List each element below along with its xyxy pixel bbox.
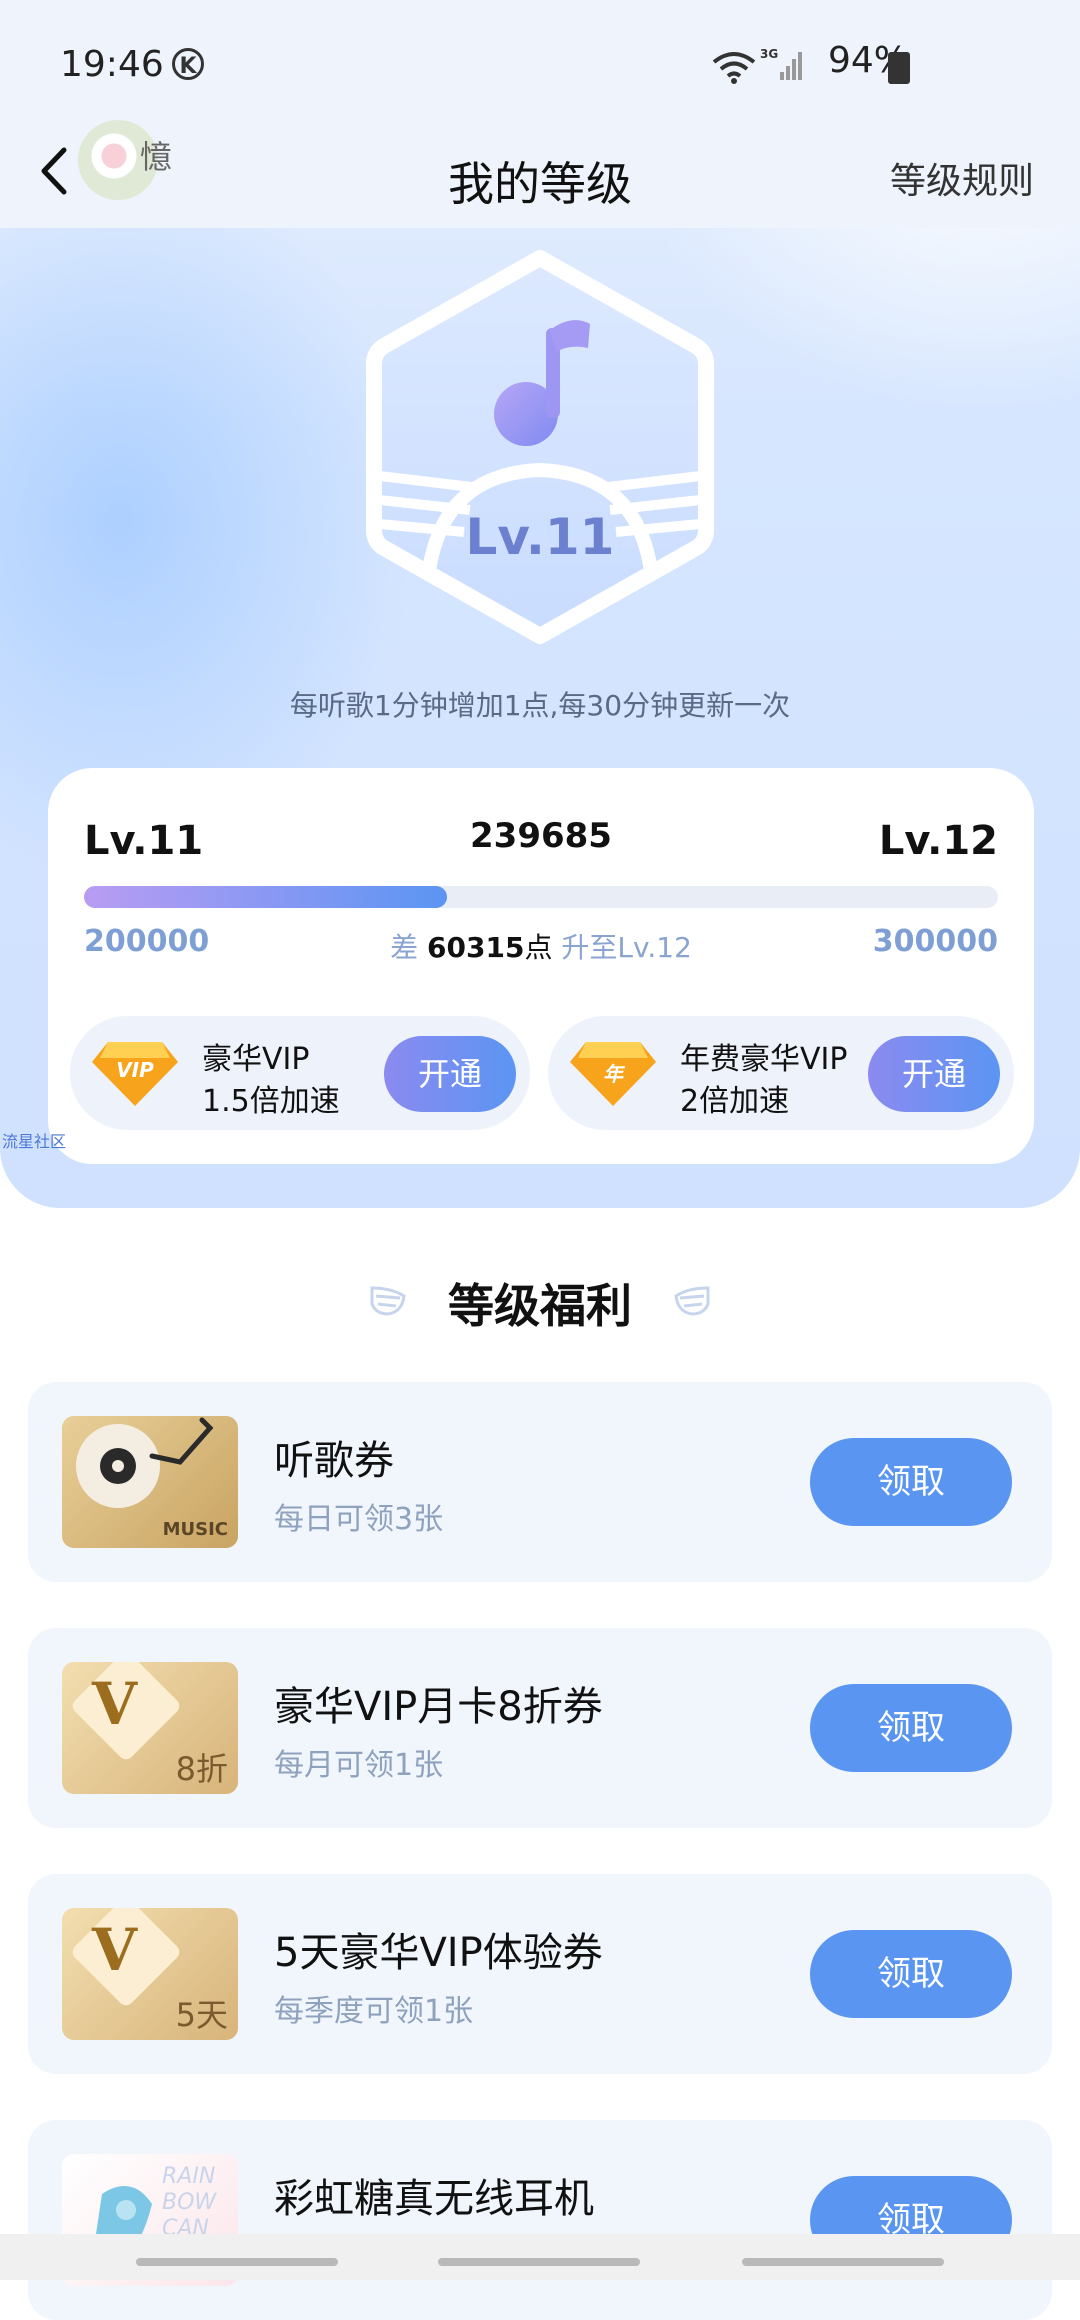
level-progress-card: Lv.11 239685 Lv.12 200000 差 60315点 升至Lv.… bbox=[48, 768, 1034, 1164]
benefit-subtitle: 每月可领1张 bbox=[274, 1748, 444, 1783]
diff-prefix: 差 bbox=[390, 931, 419, 964]
wifi-icon bbox=[712, 52, 756, 84]
music-label: MUSIC bbox=[162, 1519, 228, 1540]
vip-name: 豪华VIP bbox=[202, 1042, 310, 1077]
vip-open-button[interactable]: 开通 bbox=[384, 1036, 516, 1112]
annual-vip-gem-icon: 年 bbox=[568, 1038, 658, 1108]
benefit-row-vip-trial: V 5天 5天豪华VIP体验券 每季度可领1张 领取 bbox=[28, 1874, 1052, 2074]
benefits-title: 等级福利 bbox=[448, 1279, 632, 1333]
next-level: Lv.12 bbox=[878, 818, 998, 864]
v-letter: V bbox=[92, 1670, 138, 1738]
watermark-text: 流星社区 bbox=[2, 1132, 67, 1151]
benefit-title: 5天豪华VIP体验券 bbox=[274, 1930, 603, 1976]
annual-vip-boost-card: 年 年费豪华VIP 2倍加速 开通 bbox=[548, 1016, 1014, 1130]
benefit-row-vip-discount: V 8折 豪华VIP月卡8折券 每月可领1张 领取 bbox=[28, 1628, 1052, 1828]
earphones-label: RAIN BOW CAN bbox=[162, 2164, 217, 2241]
diff-suffix: 升至Lv.12 bbox=[561, 931, 692, 964]
nav-pill[interactable] bbox=[136, 2258, 338, 2266]
nav-pill[interactable] bbox=[438, 2258, 640, 2266]
annual-vip-open-button[interactable]: 开通 bbox=[868, 1036, 1000, 1112]
claim-button[interactable]: 领取 bbox=[810, 1438, 1012, 1526]
benefit-row-song-coupon: MUSIC 听歌券 每日可领3张 领取 bbox=[28, 1382, 1052, 1582]
level-rules-link[interactable]: 等级规则 bbox=[890, 152, 1034, 204]
diff-unit: 点 bbox=[524, 931, 553, 964]
benefit-title: 豪华VIP月卡8折券 bbox=[274, 1684, 603, 1730]
discount-label: 8折 bbox=[175, 1750, 228, 1788]
benefit-subtitle: 每季度可领1张 bbox=[274, 1994, 474, 2029]
level-tip: 每听歌1分钟增加1点,每30分钟更新一次 bbox=[289, 689, 791, 722]
claim-button[interactable]: 领取 bbox=[810, 1684, 1012, 1772]
level-max-score: 300000 bbox=[872, 924, 998, 959]
claim-button[interactable]: 领取 bbox=[810, 1930, 1012, 2018]
vip-boost-card: VIP 豪华VIP 1.5倍加速 开通 bbox=[70, 1016, 530, 1130]
benefit-title: 彩虹糖真无线耳机 bbox=[274, 2176, 594, 2222]
vip-v-icon: V 5天 bbox=[62, 1908, 238, 2040]
benefit-subtitle: 每日可领3张 bbox=[274, 1502, 444, 1537]
signal-icon: 3G bbox=[760, 47, 802, 80]
wing-icon bbox=[674, 1286, 710, 1316]
status-bar: 19:46 K 3G 94% bbox=[0, 0, 1080, 130]
battery-icon bbox=[888, 52, 910, 84]
v-letter: V bbox=[92, 1916, 138, 1984]
annual-vip-boost: 2倍加速 bbox=[680, 1084, 790, 1119]
badge-hexagon bbox=[366, 250, 714, 644]
level-badge: Lv.11 bbox=[360, 248, 720, 644]
progress-fill bbox=[84, 886, 447, 908]
annual-vip-name: 年费豪华VIP bbox=[680, 1042, 848, 1077]
system-nav-bar bbox=[0, 2234, 1080, 2280]
annual-vip-gem-text: 年 bbox=[603, 1062, 623, 1086]
k-app-icon: K bbox=[172, 48, 204, 80]
days-label: 5天 bbox=[175, 1996, 228, 2034]
status-time: 19:46 bbox=[60, 44, 164, 85]
vinyl-record-icon: MUSIC bbox=[62, 1416, 238, 1548]
benefit-row-earphones: RAIN BOW CAN 彩虹糖真无线耳机 领取 bbox=[28, 2120, 1052, 2320]
network-type-text: 3G bbox=[760, 47, 778, 61]
badge-level-text: Lv.11 bbox=[465, 508, 615, 566]
vip-v-icon: V 8折 bbox=[62, 1662, 238, 1794]
progress-track bbox=[84, 886, 998, 908]
diff-value: 60315 bbox=[427, 931, 525, 964]
vip-gem-text: VIP bbox=[116, 1058, 154, 1082]
nav-pill[interactable] bbox=[742, 2258, 944, 2266]
vip-boost: 1.5倍加速 bbox=[202, 1084, 340, 1119]
benefit-title: 听歌券 bbox=[274, 1438, 394, 1484]
vip-gem-icon: VIP bbox=[90, 1038, 180, 1108]
